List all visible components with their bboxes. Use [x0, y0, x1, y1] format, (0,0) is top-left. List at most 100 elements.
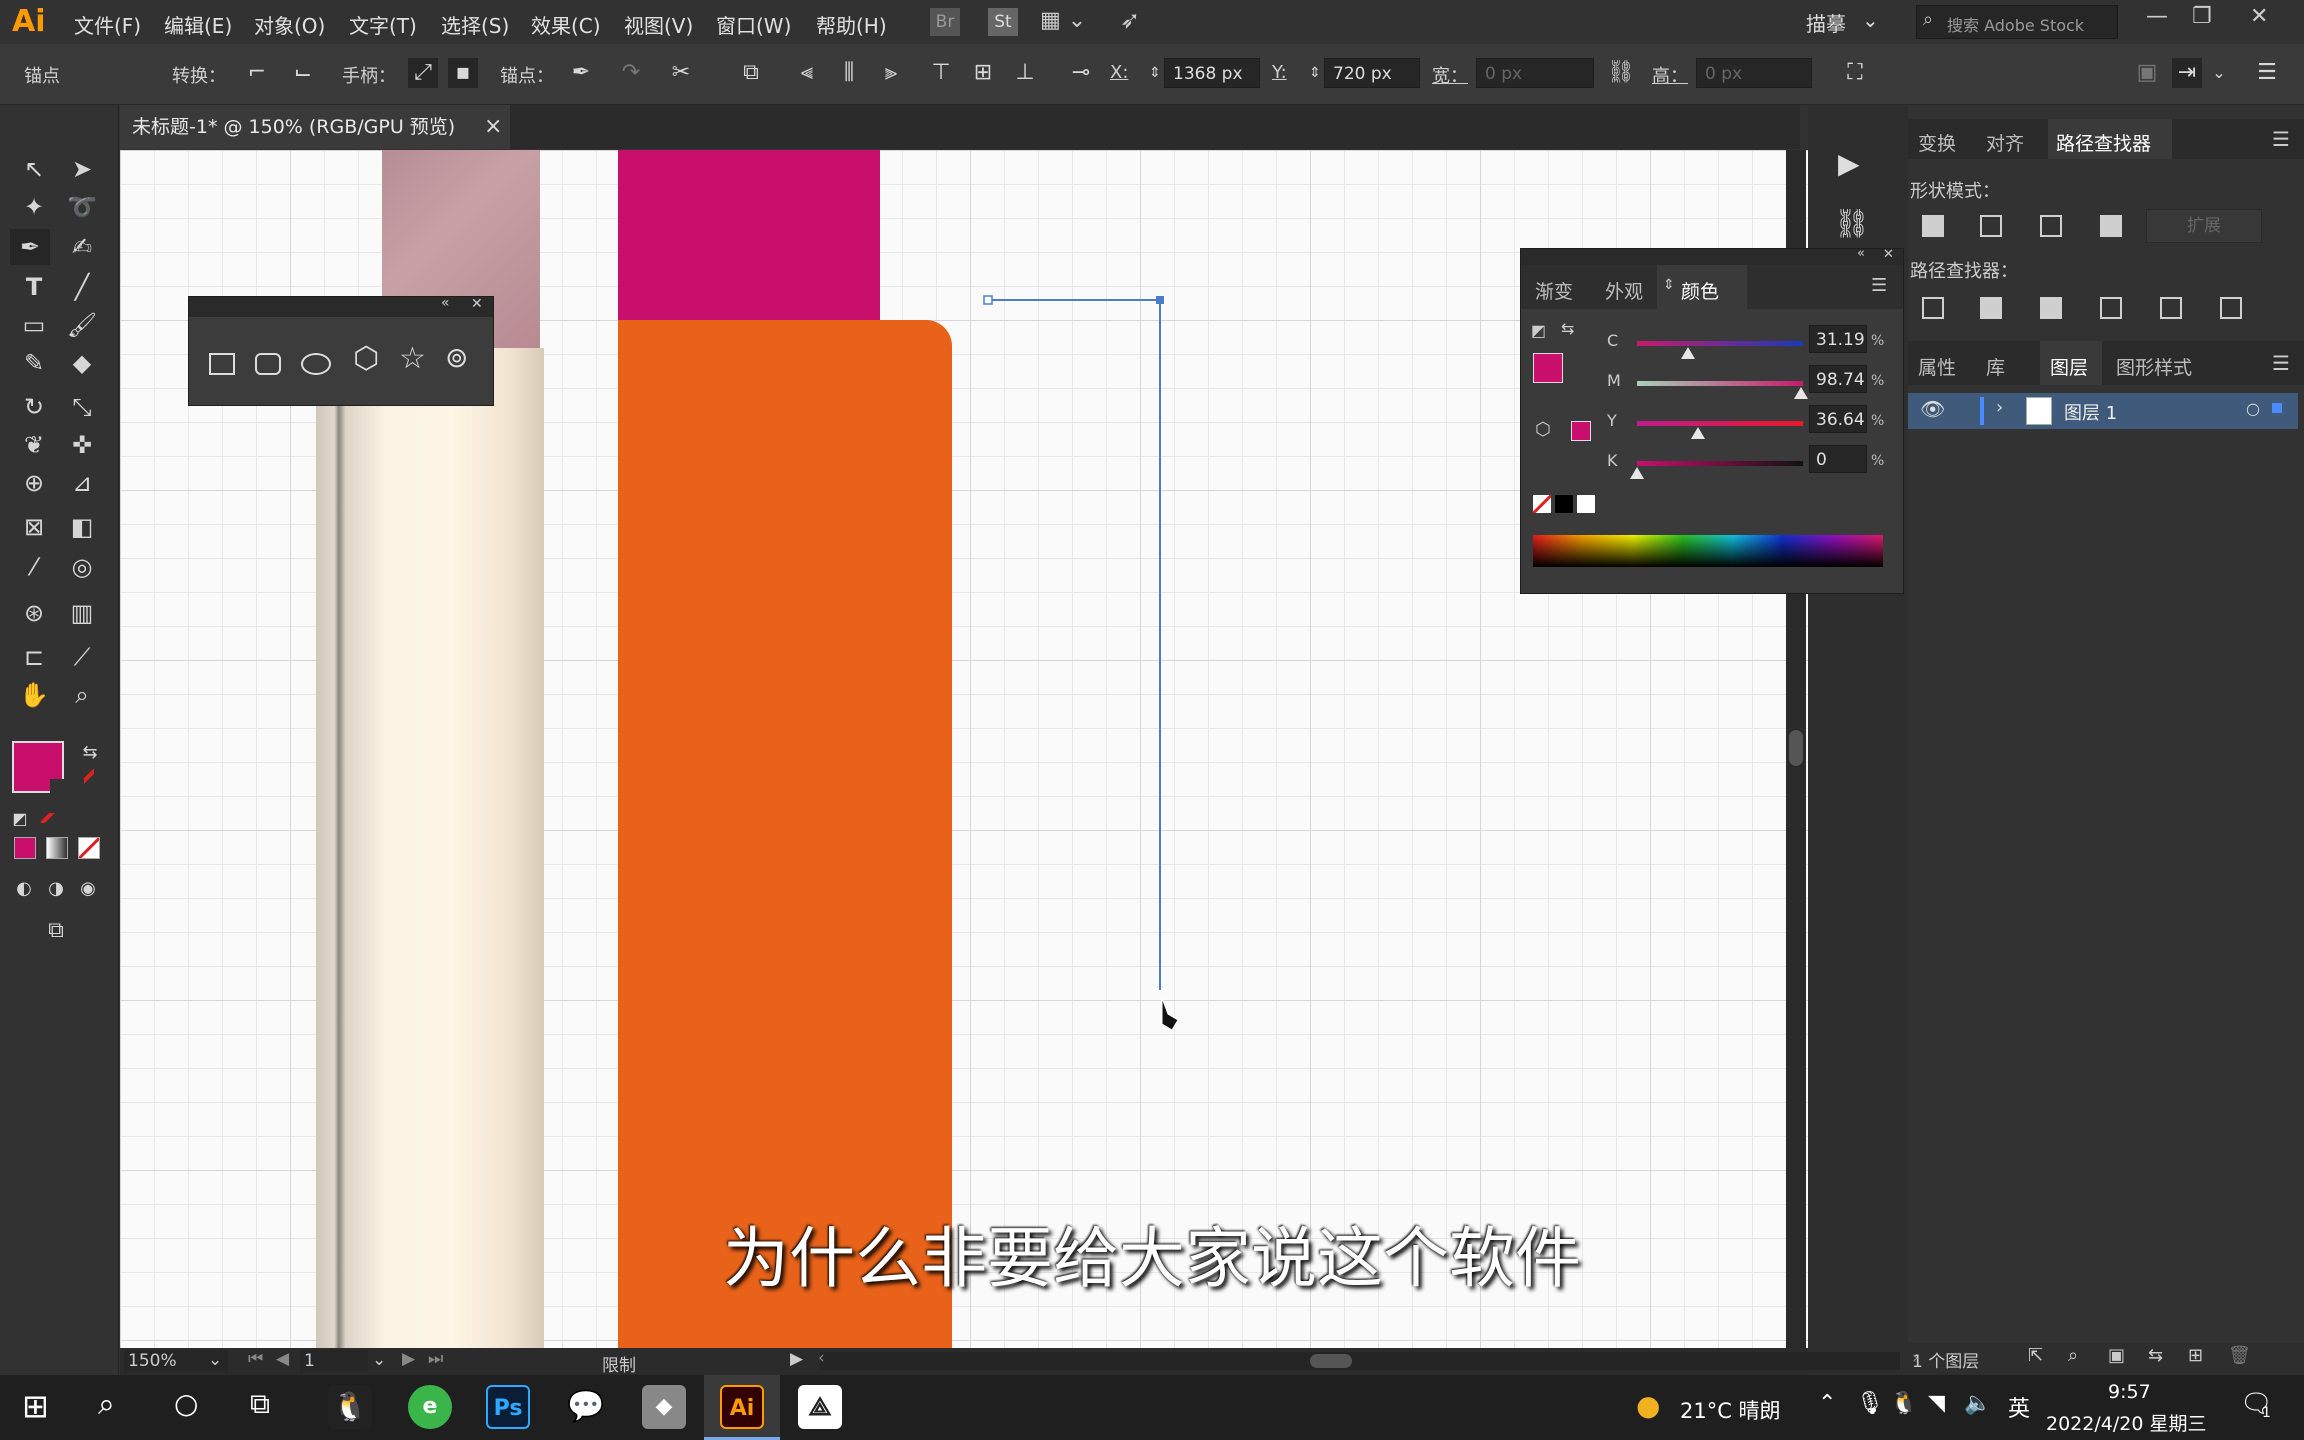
menu-object[interactable]: 对象(O) [254, 10, 325, 39]
magenta-thumb[interactable] [1794, 387, 1809, 399]
close-tab-icon[interactable]: × [484, 105, 502, 149]
exclude-icon[interactable] [2100, 215, 2122, 237]
black-swatch[interactable] [1555, 495, 1573, 513]
close-icon[interactable]: ✕ [2250, 4, 2268, 29]
tab-gradient[interactable]: 渐变 [1535, 277, 1573, 304]
gradient-mode-icon[interactable] [46, 837, 68, 859]
screen-mode-icon[interactable]: ⧉ [36, 913, 76, 949]
panel-menu-icon[interactable]: ☰ [2252, 58, 2282, 88]
menu-effect[interactable]: 效果(C) [531, 10, 601, 39]
bridge-button[interactable]: Br [930, 8, 960, 36]
collapse-icon[interactable]: « [441, 295, 450, 311]
browser-icon[interactable]: e [408, 1385, 452, 1429]
chevron-down-icon[interactable]: ⌄ [372, 1350, 386, 1370]
expand-options-icon[interactable]: ⇕ [1663, 277, 1675, 293]
warp-tool-icon[interactable]: ❦ [14, 427, 54, 463]
merge-icon[interactable] [2040, 297, 2062, 319]
mesh-tool-icon[interactable]: ⊠ [14, 509, 54, 545]
y-field[interactable]: 720 px [1324, 58, 1420, 88]
magic-wand-tool-icon[interactable]: ✦ [14, 189, 54, 225]
windows-start-icon[interactable]: ⊞ [22, 1387, 49, 1425]
clock-time[interactable]: 9:57 [2108, 1381, 2151, 1403]
star-shape-icon[interactable]: ☆ [399, 341, 426, 376]
align-bottom-icon[interactable]: ⊥ [1010, 58, 1040, 88]
menu-type[interactable]: 文字(T) [349, 10, 417, 39]
tab-color[interactable]: 颜色 [1681, 277, 1719, 304]
yellow-slider[interactable] [1637, 421, 1803, 426]
artboard-tool-icon[interactable]: ⊏ [14, 639, 54, 675]
qq-tray-icon[interactable]: 🐧 [1890, 1391, 1917, 1416]
rectangle-tool-icon[interactable]: ▭ [14, 307, 54, 343]
menu-view[interactable]: 视图(V) [624, 10, 693, 39]
gradient-tool-icon[interactable]: ◧ [62, 509, 102, 545]
arrange-documents-icon[interactable]: ▦ ⌄ [1040, 8, 1086, 33]
last-artboard-icon[interactable]: ⏭ [428, 1349, 443, 1369]
color-spectrum[interactable] [1533, 535, 1883, 567]
arrange-icon[interactable]: ▣ [2132, 58, 2162, 88]
wechat-icon[interactable]: 💬 [564, 1385, 608, 1429]
paintbrush-tool-icon[interactable]: 🖌 [62, 307, 102, 343]
expand-button[interactable]: 扩展 [2146, 209, 2262, 243]
polygon-shape-icon[interactable]: ⬡ [353, 341, 379, 376]
prev-artboard-icon[interactable]: ◀ [276, 1349, 289, 1369]
align-center-icon[interactable]: ⫼ [834, 58, 864, 88]
flare-shape-icon[interactable]: ⊚ [445, 341, 468, 374]
pen-path[interactable] [988, 299, 1161, 990]
task-view-icon[interactable]: ⧉ [250, 1387, 270, 1421]
new-layer-icon[interactable]: ⊞ [2188, 1345, 2203, 1366]
tab-appearance[interactable]: 外观 [1605, 277, 1643, 304]
black-slider[interactable] [1637, 461, 1803, 466]
tab-layers[interactable]: 图层 [2050, 353, 2088, 380]
chevron-right-icon[interactable]: › [1996, 397, 2003, 418]
app-icon[interactable]: ◆ [642, 1385, 686, 1429]
tab-graphic-styles[interactable]: 图形样式 [2116, 353, 2192, 380]
width-field[interactable]: 0 px [1476, 58, 1594, 88]
slice-tool-icon[interactable]: ⟋ [62, 639, 102, 675]
align-panel-icon[interactable]: ⇥ [2172, 58, 2202, 88]
menu-window[interactable]: 窗口(W) [716, 10, 791, 39]
menu-help[interactable]: 帮助(H) [816, 10, 887, 39]
target-icon[interactable]: ○ [2246, 399, 2260, 418]
chevron-down-icon[interactable]: ⌄ [208, 1350, 222, 1370]
cortana-icon[interactable]: ○ [174, 1387, 198, 1420]
x-field[interactable]: 1368 px [1164, 58, 1260, 88]
close-palette-icon[interactable]: ✕ [471, 296, 483, 312]
weather-text[interactable]: 21°C 晴朗 [1680, 1395, 1781, 1425]
clock-date[interactable]: 2022/4/20 星期三 [2046, 1409, 2206, 1436]
reference-point-icon[interactable]: ⊸ [1066, 58, 1096, 88]
hide-handles-icon[interactable]: ▪ [448, 58, 478, 88]
selection-tool-icon[interactable]: ↖ [14, 151, 54, 187]
close-panel-icon[interactable]: ✕ [1883, 247, 1894, 262]
qq-icon[interactable]: 🐧 [328, 1385, 372, 1429]
swap-fill-stroke-icon[interactable]: ⇆ [70, 735, 110, 771]
trash-icon[interactable]: 🗑 [2228, 1345, 2251, 1366]
type-tool-icon[interactable]: T [14, 269, 54, 305]
curvature-tool-icon[interactable]: ✍ [62, 229, 102, 265]
wifi-icon[interactable]: ◥ [1928, 1391, 1945, 1416]
acrobat-icon[interactable]: ⟁ [798, 1385, 842, 1429]
default-fill-stroke-icon[interactable]: ◩ [1531, 321, 1546, 340]
graph-tool-icon[interactable]: ▥ [62, 595, 102, 631]
transform-each-icon[interactable]: ⛶ [1840, 58, 1870, 88]
panel-fill-swatch[interactable] [1533, 353, 1563, 383]
blend-tool-icon[interactable]: ◎ [62, 549, 102, 585]
link-icon[interactable]: ⛓ [1606, 58, 1636, 88]
outline-icon[interactable] [2160, 297, 2182, 319]
tab-transform[interactable]: 变换 [1918, 129, 1956, 156]
microphone-icon[interactable]: 🎙 [1856, 1391, 1884, 1416]
height-field[interactable]: 0 px [1696, 58, 1812, 88]
white-swatch[interactable] [1577, 495, 1595, 513]
export-icon[interactable]: ⇱ [2028, 1345, 2043, 1366]
anchor-point[interactable] [983, 295, 993, 305]
menu-edit[interactable]: 编辑(E) [164, 10, 232, 39]
clipping-mask-icon[interactable]: ▣ [2108, 1345, 2125, 1366]
web-safe-swatch[interactable] [1571, 421, 1591, 441]
convert-smooth-icon[interactable]: ⌙ [288, 58, 318, 88]
scale-tool-icon[interactable]: ⤡ [62, 389, 102, 425]
eye-icon[interactable]: 👁 [1920, 397, 1945, 421]
document-tab[interactable]: 未标题-1* @ 150% (RGB/GPU 预览) × [120, 105, 510, 149]
unite-icon[interactable] [1922, 215, 1944, 237]
swap-icon[interactable]: ⇆ [1561, 319, 1574, 338]
isolate-icon[interactable]: ⧉ [736, 58, 766, 88]
stock-search[interactable]: ⌕ 搜索 Adobe Stock [1916, 5, 2118, 39]
